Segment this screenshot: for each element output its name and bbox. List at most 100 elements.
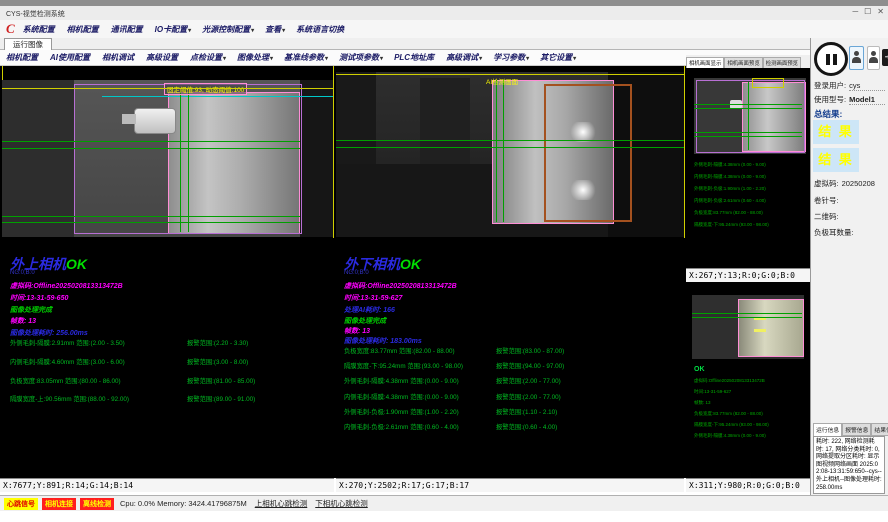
exit-door-icon: ➜ [882,49,888,66]
mini-measure-line: 时间:13-31-59-627 [694,389,769,400]
info-tab-run[interactable]: 运行信息 [813,423,842,436]
model-row: 使用型号:Model1 [814,94,885,105]
total-result-label: 总结果: [814,108,842,120]
status-bar: 心跳信号 相机连接 离线检测 Cpu: 0.0% Memory: 3424.41… [0,495,888,511]
left-camera-image[interactable]: 固定阈值:93, 动态阈值:100 [2,80,333,237]
menu-item[interactable]: 系统配置 [23,24,56,35]
process-done: 图像处理完成 [10,305,52,315]
mini-measure-line: 隔膜宽度-下:95.24mm (93.00 - 98.00) [694,222,769,234]
maximize-button[interactable]: ☐ [864,7,871,16]
toolbar-item[interactable]: 图像处理▾ [237,52,273,63]
preview-tab[interactable]: 检测画面预览 [763,57,801,68]
measurement-row: 外侧毛刺-隔膜:4.38mm 范围:(0.00 - 9.00) 报警范围:(2.… [344,376,564,391]
ng-counter: NG:0;B:0 [10,270,35,276]
info-tab-result[interactable]: 结果信息 [871,423,888,436]
guide-line [336,74,684,75]
tab-strip: 运行图像 [0,38,888,50]
offline-mode-badge: 离线检测 [80,498,114,510]
preview-tab[interactable]: 相机画面显示 [686,57,724,68]
preview-tab[interactable]: 相机画面预览 [724,57,762,68]
user-icon [854,51,859,56]
toolbar-item[interactable]: 其它设置▾ [540,52,576,63]
menu-item[interactable]: 相机配置 [67,24,100,35]
coord-readout-preview-top: X:267;Y:13;R:0;G:0;B:0 [686,268,810,282]
lower-camera-heartbeat-link[interactable]: 下相机心跳检测 [315,498,368,509]
coord-readout-middle: X:270;Y:2502;R:17;G:17;B:17 [336,478,684,492]
mini-measure-line: 帧数: 13 [694,400,769,411]
ok-status: OK [66,256,87,272]
alarm-range: 报警范围:(0.60 - 4.00) [496,422,557,431]
toolbar-item[interactable]: 测试项参数▾ [339,52,383,63]
capture-time: 时间:13-31-59-627 [344,293,402,303]
app-window: CYS-视觉检测系统 ─ ☐ ✕ C 系统配置相机配置通讯配置IO卡配置▾光源控… [0,0,888,522]
ai-detection-box [544,84,632,222]
threshold-overlay-box [752,78,784,88]
login-user-value[interactable]: cys [849,81,885,91]
preview-ok-status: OK [694,366,705,373]
middle-camera-image[interactable]: AI检测画面 [336,72,684,237]
alarm-range: 报警范围:(89.00 - 91.00) [187,394,255,403]
measurement-row: 隔膜宽度-上:90.56mm 范围:(88.00 - 92.00) 报警范围:(… [10,394,255,413]
toolbar-item[interactable]: 相机调试 [102,52,135,63]
preview-bottom-image[interactable] [692,295,804,359]
menu-item[interactable]: 光源控制配置▾ [202,24,254,35]
run-log-text[interactable]: 耗时: 222, 网络检测耗时: 17, 网络分类耗时: 0, 网络提取分区耗时… [813,436,885,494]
toolbar-item[interactable]: 高级设置 [146,52,179,63]
menu-items: 系统配置相机配置通讯配置 IO卡配置▾ 光源控制配置▾ 查看▾ 系统语言切换 [23,24,346,35]
info-tab-strip: 运行信息 报警信息 结果信息 [813,423,888,436]
toolbar-item[interactable]: 学习参数▾ [493,52,529,63]
measure-line [2,141,300,142]
tab-run-image[interactable]: 运行图像 [4,38,52,50]
measurement-value: 负极宽度:83.77mm 范围:(82.00 - 88.00) [344,346,496,355]
toolbar-item[interactable]: AI使用配置 [50,52,91,63]
middle-camera-panel: AI检测画面 外下相机OK NG:0;B:0 虚拟码:Offline202502… [336,66,684,478]
measurement-value: 隔膜宽度-上:90.56mm 范围:(88.00 - 92.00) [10,394,187,403]
mini-measure-line: 隔膜宽度-下:95.24mm (93.00 - 98.00) [694,422,769,433]
preview-top-image[interactable] [694,78,806,154]
machine-frame [2,80,74,237]
measure-line [2,148,300,149]
pause-button[interactable] [814,42,848,76]
menu-item[interactable]: 查看▾ [265,24,285,35]
model-value[interactable]: Model1 [849,95,885,105]
process-done: 图像处理完成 [344,316,386,326]
measurement-value: 内侧毛刺-隔膜:4.60mm 范围:(3.00 - 6.00) [10,357,187,366]
measurement-row: 内侧毛刺-负极:2.61mm 范围:(0.60 - 4.00) 报警范围:(0.… [344,422,564,437]
info-tab-alarm[interactable]: 报警信息 [842,423,871,436]
alarm-range: 报警范围:(83.00 - 87.00) [496,346,564,355]
close-button[interactable]: ✕ [877,7,884,16]
toolbar-item[interactable]: PLC地址库 [394,52,435,63]
light-flare [568,180,598,200]
toolbar-item[interactable]: 点检设置▾ [190,52,226,63]
toolbar-item[interactable]: 高级调试▾ [446,52,482,63]
measurement-value: 内侧毛刺-负极:2.61mm 范围:(0.60 - 4.00) [344,422,496,431]
mini-measure-line: 内侧毛刺-隔膜:4.38mm (0.00 - 9.00) [694,174,769,186]
mini-measure-line: 虚拟码:Offline2025020813313472B [694,378,769,389]
exit-button[interactable]: ➜ [879,44,888,70]
measurement-value: 外侧毛刺-隔膜:4.38mm 范围:(0.00 - 9.00) [344,376,496,385]
menu-item[interactable]: IO卡配置▾ [155,24,191,35]
toolbar-item[interactable]: 基准线参数▾ [284,52,328,63]
measurement-row: 内侧毛刺-隔膜:4.60mm 范围:(3.00 - 6.00) 报警范围:(3.… [10,357,255,376]
virtual-code-value: 20250208 [842,179,875,188]
machine-frame [336,72,376,164]
menu-item[interactable]: 系统语言切换 [296,24,345,35]
menu-item[interactable]: 通讯配置 [111,24,144,35]
toolbar-item[interactable]: 相机配置 [6,52,39,63]
ok-status: OK [400,256,421,272]
app-logo-icon: C [6,21,15,37]
capture-time: 时间:13-31-59-650 [10,293,68,303]
process-cost: 图像处理耗时: 256.00ms [10,328,88,338]
measure-line [336,147,684,148]
guide-line [333,66,334,238]
pin-number-label: 卷针号: [814,196,839,205]
light-flare [568,122,598,142]
upper-camera-heartbeat-link[interactable]: 上相机心跳检测 [255,498,308,509]
user-login-button[interactable] [849,46,864,70]
mini-measure-line: 负极宽度:83.77mm (82.00 - 88.00) [694,411,769,422]
preview-top-text: 外侧毛刺-隔膜:4.38mm (0.00 - 9.00)内侧毛刺-隔膜:4.38… [694,162,769,234]
guide-line [684,66,685,238]
measurement-row: 外侧毛刺-负极:1.90mm 范围:(1.00 - 2.20) 报警范围:(1.… [344,407,564,422]
minimize-button[interactable]: ─ [852,7,858,16]
baseline-cyan [102,96,333,97]
